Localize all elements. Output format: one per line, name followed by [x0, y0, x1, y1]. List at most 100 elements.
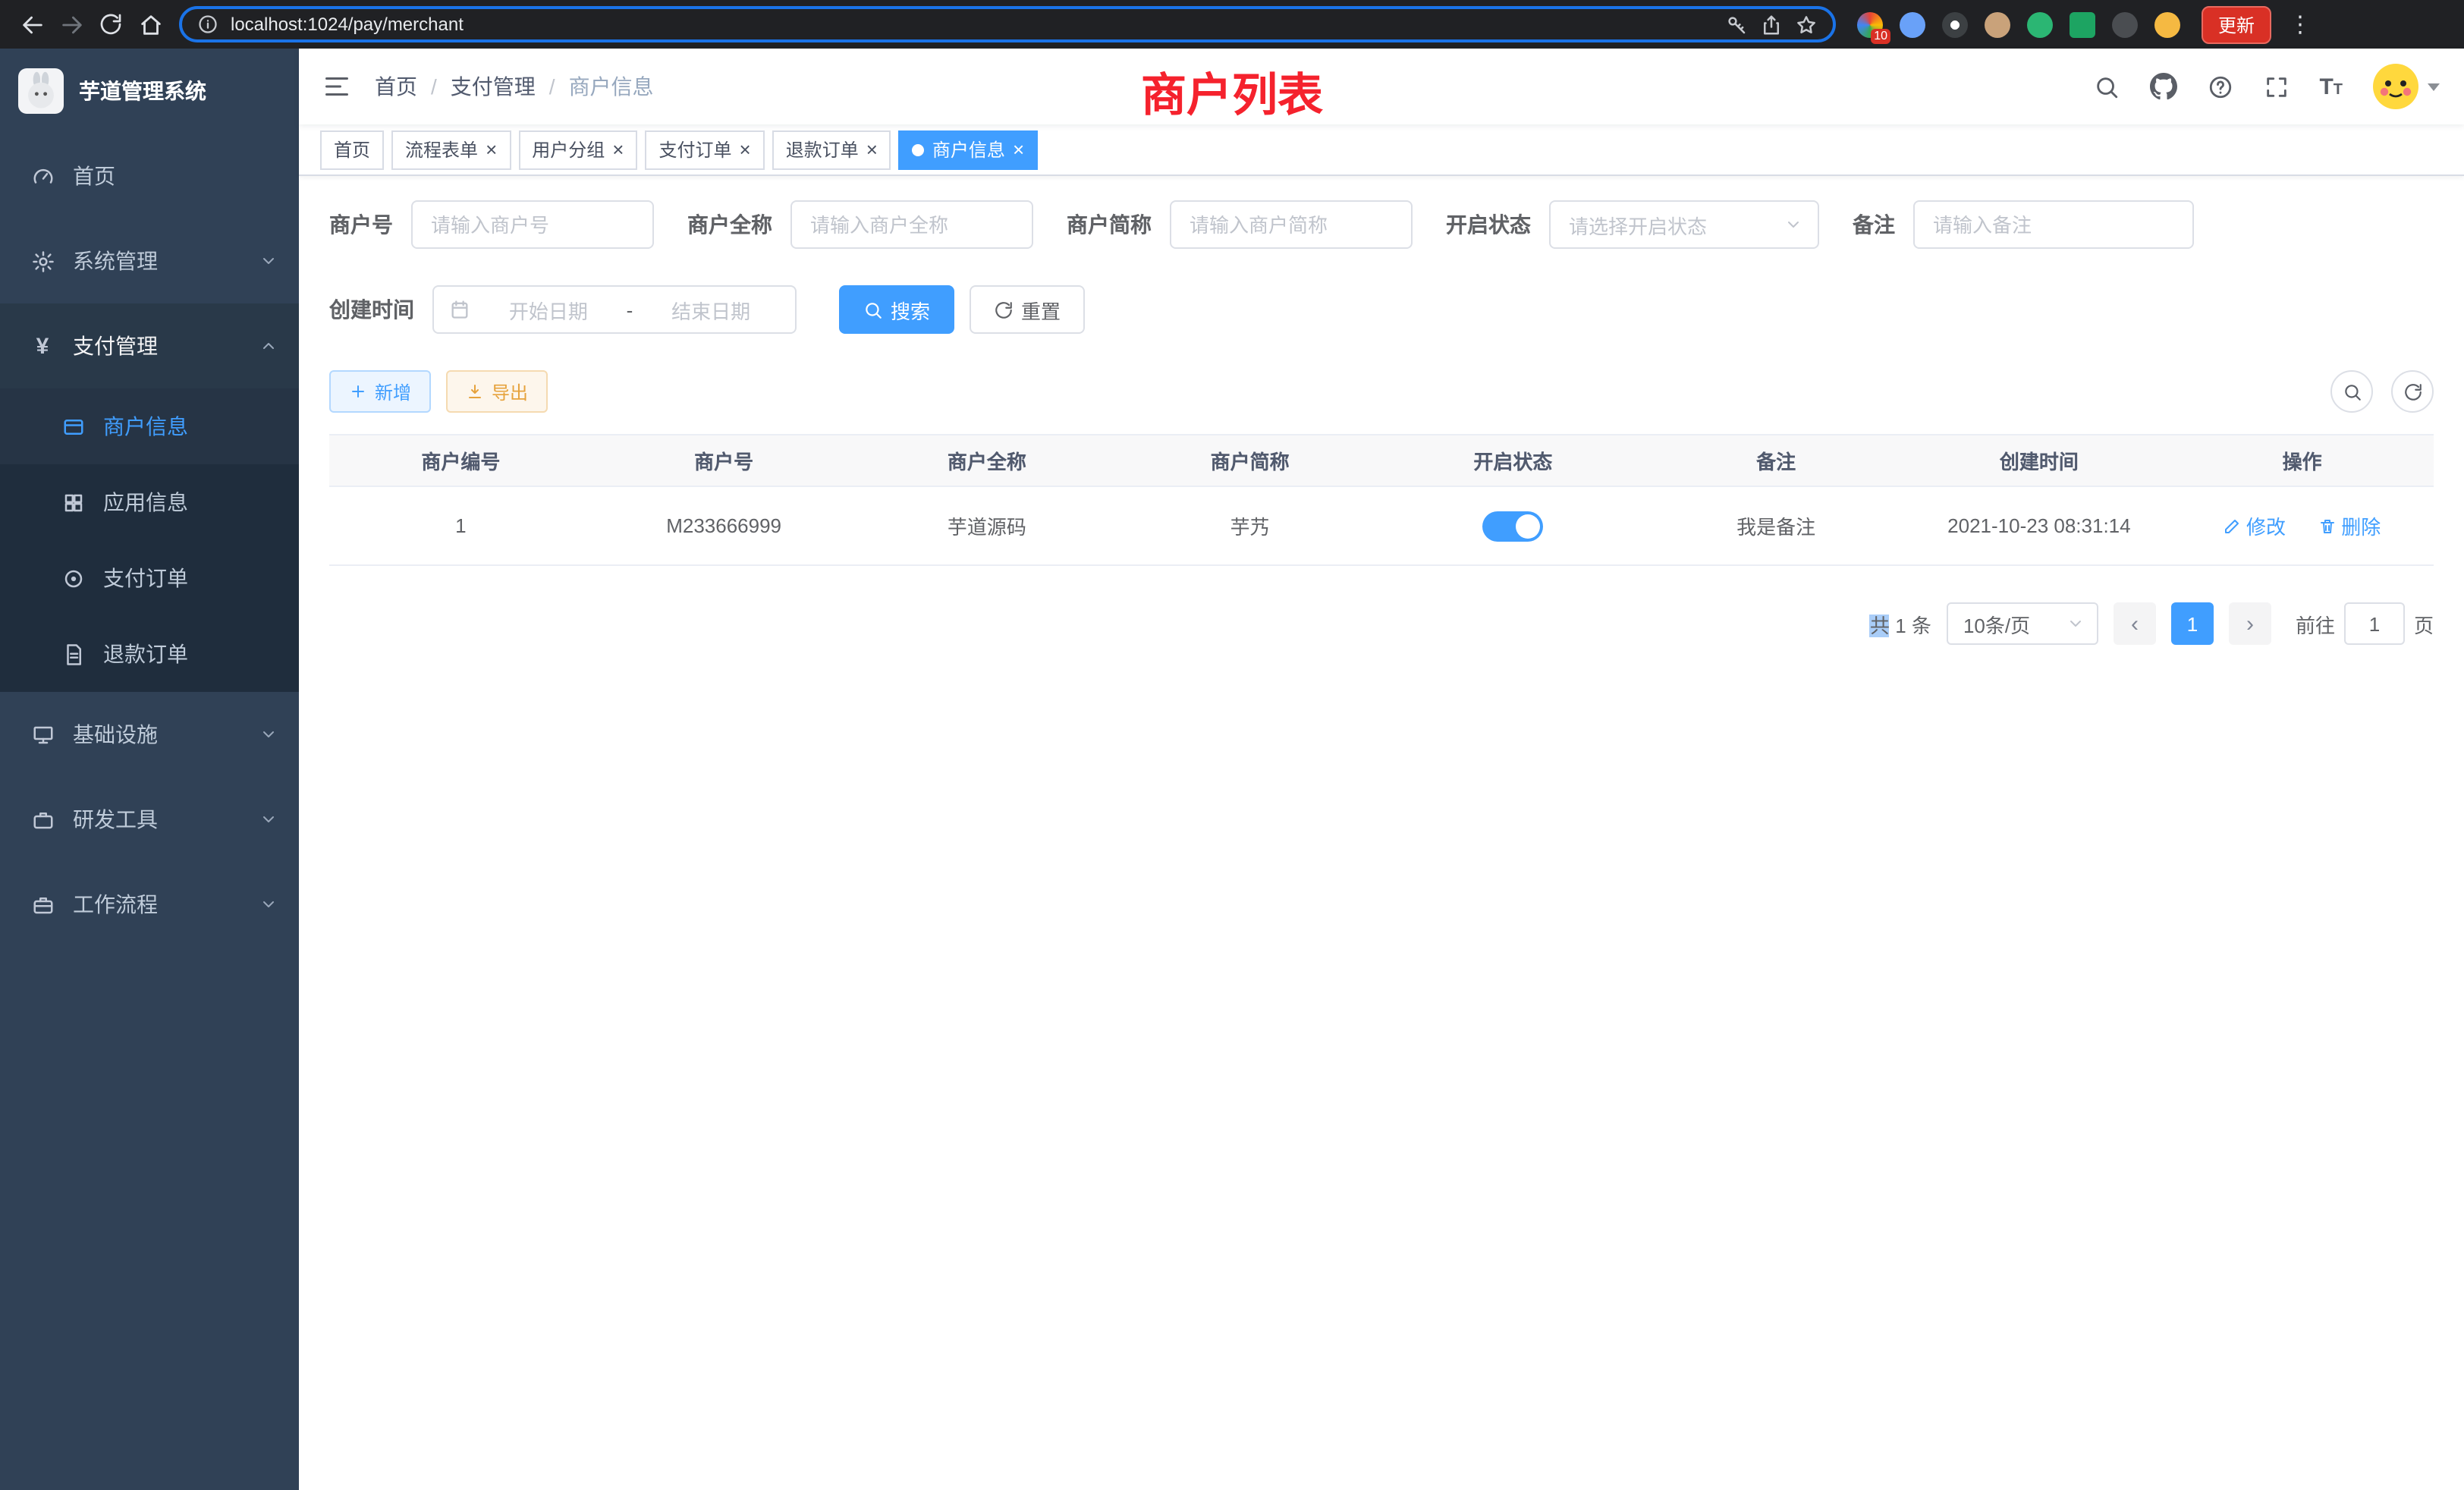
- jump-prefix: 前往: [2296, 609, 2335, 638]
- tab-user-group[interactable]: 用户分组 ×: [518, 130, 637, 169]
- extension-icon[interactable]: [2027, 11, 2053, 37]
- extension-icon[interactable]: [1985, 11, 2010, 37]
- card-icon: [61, 415, 85, 438]
- filter-remark: 备注: [1853, 200, 2194, 249]
- merchant-no-input[interactable]: [411, 200, 654, 249]
- sidebar-item-system[interactable]: 系统管理: [0, 218, 299, 303]
- extension-icon[interactable]: [1900, 11, 1925, 37]
- status-toggle[interactable]: [1482, 511, 1543, 541]
- prev-page-button[interactable]: ‹: [2114, 602, 2156, 645]
- full-name-input[interactable]: [790, 200, 1033, 249]
- sidebar-item-workflow[interactable]: 工作流程: [0, 862, 299, 947]
- sidebar-item-label: 工作流程: [73, 889, 158, 919]
- date-range-separator: -: [627, 298, 633, 321]
- extension-icon[interactable]: [2154, 11, 2180, 37]
- fullscreen-icon[interactable]: [2263, 74, 2289, 99]
- chevron-down-icon: [1784, 215, 1802, 234]
- breadcrumb-payment[interactable]: 支付管理: [451, 71, 536, 102]
- home-icon[interactable]: [130, 5, 170, 44]
- address-bar[interactable]: localhost:1024/pay/merchant: [179, 6, 1836, 42]
- status-label: 开启状态: [1446, 209, 1531, 240]
- close-icon[interactable]: ×: [486, 140, 497, 159]
- sidebar-item-refund-order[interactable]: 退款订单: [0, 616, 299, 692]
- jump-page-input[interactable]: [2344, 602, 2405, 645]
- reload-icon[interactable]: [91, 5, 130, 44]
- sidebar-item-label: 首页: [73, 161, 115, 191]
- extension-icon[interactable]: [2070, 11, 2095, 37]
- tab-process-form[interactable]: 流程表单 ×: [391, 130, 511, 169]
- tab-home[interactable]: 首页: [320, 130, 384, 169]
- download-icon: [466, 382, 484, 401]
- github-icon[interactable]: [2149, 73, 2176, 100]
- jump-suffix: 页: [2414, 609, 2434, 638]
- tab-label: 流程表单: [405, 137, 478, 162]
- add-button[interactable]: 新增: [329, 370, 431, 413]
- tab-label: 支付订单: [658, 137, 731, 162]
- create-time-range-picker[interactable]: 开始日期 - 结束日期: [432, 285, 797, 334]
- tab-label: 退款订单: [786, 137, 859, 162]
- extension-icon[interactable]: 10: [1857, 11, 1883, 37]
- forward-icon[interactable]: [52, 5, 91, 44]
- dashboard-icon: [30, 165, 55, 187]
- close-icon[interactable]: ×: [740, 140, 751, 159]
- sidebar-item-home[interactable]: 首页: [0, 134, 299, 218]
- next-page-button[interactable]: ›: [2229, 602, 2271, 645]
- sidebar-item-pay-order[interactable]: 支付订单: [0, 540, 299, 616]
- back-icon[interactable]: [12, 5, 52, 44]
- refresh-table-button[interactable]: [2391, 370, 2434, 413]
- filter-create-time: 创建时间 开始日期 - 结束日期: [329, 285, 797, 334]
- create-time-label: 创建时间: [329, 294, 414, 325]
- sidebar-logo[interactable]: 芋道管理系统: [0, 49, 299, 134]
- extension-icon[interactable]: [2112, 11, 2138, 37]
- sidebar-item-payment[interactable]: ¥ 支付管理: [0, 303, 299, 388]
- remark-input[interactable]: [1913, 200, 2194, 249]
- plus-icon: [349, 382, 367, 401]
- key-icon[interactable]: [1725, 13, 1748, 36]
- tab-pay-order[interactable]: 支付订单 ×: [645, 130, 764, 169]
- fold-menu-icon[interactable]: [323, 73, 350, 100]
- toggle-search-button[interactable]: [2330, 370, 2373, 413]
- extension-icon[interactable]: [1942, 11, 1968, 37]
- tab-label: 商户信息: [932, 137, 1005, 162]
- sidebar-item-merchant-info[interactable]: 商户信息: [0, 388, 299, 464]
- search-icon[interactable]: [2093, 74, 2119, 99]
- calendar-icon: [449, 299, 470, 320]
- delete-button[interactable]: 删除: [2318, 511, 2381, 540]
- help-icon[interactable]: [2207, 74, 2233, 99]
- tab-refund-order[interactable]: 退款订单 ×: [772, 130, 891, 169]
- main-area: 商户列表 首页 / 支付管理 / 商户信息: [299, 49, 2464, 1490]
- sidebar-item-infrastructure[interactable]: 基础设施: [0, 692, 299, 777]
- close-icon[interactable]: ×: [1013, 140, 1024, 159]
- browser-update-button[interactable]: 更新: [2202, 5, 2271, 43]
- export-button[interactable]: 导出: [446, 370, 548, 413]
- share-icon[interactable]: [1760, 13, 1783, 36]
- breadcrumb-home[interactable]: 首页: [375, 71, 417, 102]
- edit-button[interactable]: 修改: [2224, 511, 2286, 540]
- app-title: 芋道管理系统: [79, 76, 206, 106]
- sidebar-item-dev-tools[interactable]: 研发工具: [0, 777, 299, 862]
- gear-icon: [30, 250, 55, 272]
- status-select[interactable]: 请选择开启状态: [1549, 200, 1819, 249]
- monitor-icon: [30, 723, 55, 746]
- info-icon[interactable]: [197, 14, 218, 35]
- close-icon[interactable]: ×: [612, 140, 624, 159]
- tab-merchant-info[interactable]: 商户信息 ×: [899, 130, 1038, 169]
- pagination: 共 1 条 10条/页 ‹ 1 › 前往 页: [329, 602, 2434, 645]
- search-button[interactable]: 搜索: [839, 285, 954, 334]
- browser-menu-icon[interactable]: ⋮: [2286, 11, 2314, 38]
- font-size-icon[interactable]: TT: [2319, 74, 2343, 99]
- pagination-total: 共 1 条: [1870, 609, 1931, 638]
- url-text: localhost:1024/pay/merchant: [231, 14, 464, 35]
- short-name-input[interactable]: [1170, 200, 1413, 249]
- table-toolbar: 新增 导出: [329, 370, 2434, 413]
- sidebar-item-app-info[interactable]: 应用信息: [0, 464, 299, 540]
- page-number-button[interactable]: 1: [2171, 602, 2214, 645]
- bookmark-star-icon[interactable]: [1795, 13, 1818, 36]
- page-size-select[interactable]: 10条/页: [1947, 602, 2098, 645]
- chevron-down-icon: [2066, 615, 2085, 633]
- total-suffix: 条: [1912, 614, 1931, 637]
- reset-button[interactable]: 重置: [970, 285, 1085, 334]
- user-menu[interactable]: [2373, 64, 2440, 109]
- briefcase-icon: [30, 893, 55, 916]
- close-icon[interactable]: ×: [866, 140, 878, 159]
